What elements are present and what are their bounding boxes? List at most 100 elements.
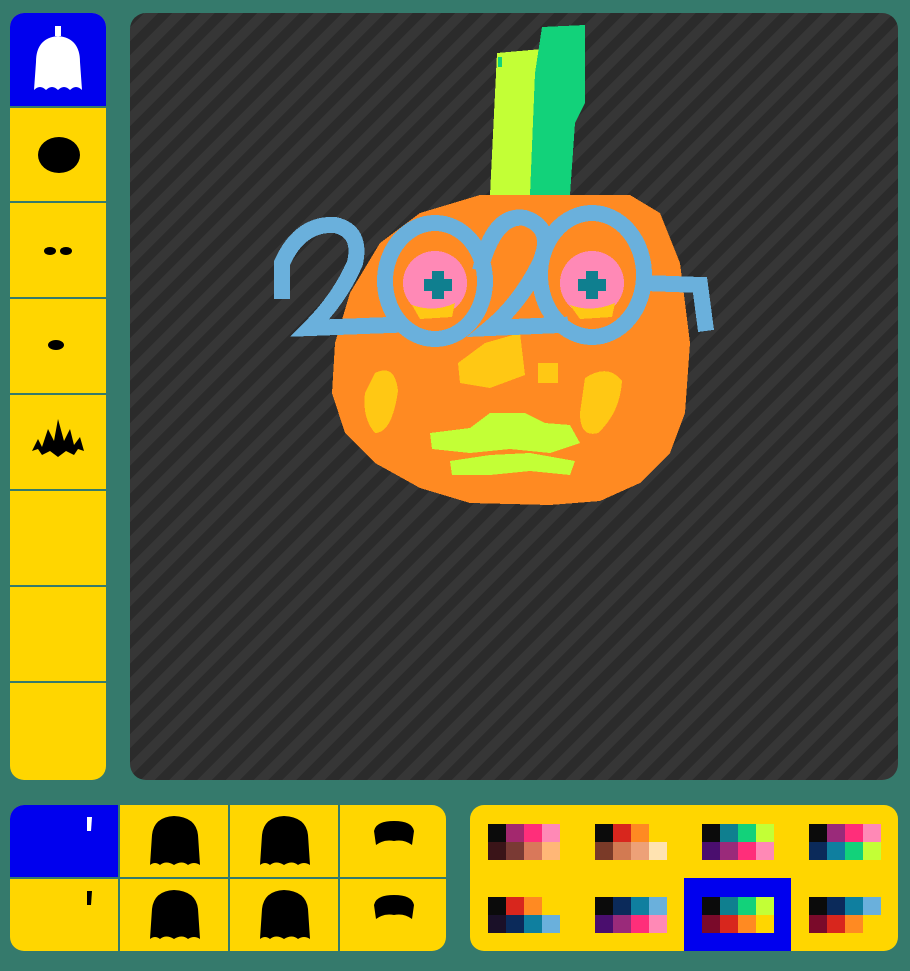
color-swatch — [862, 823, 881, 842]
shape-option-button[interactable] — [10, 879, 118, 951]
stem-short-icon — [87, 891, 92, 905]
color-swatch — [826, 841, 845, 860]
color-swatch — [755, 896, 774, 915]
shape-option-button[interactable] — [10, 805, 118, 877]
color-swatch — [755, 823, 774, 842]
category-hair-button[interactable] — [10, 396, 106, 491]
color-swatch — [612, 841, 631, 860]
pumpkin-head-icon — [34, 25, 82, 90]
color-swatch — [594, 823, 613, 842]
palette-option-button[interactable] — [791, 878, 898, 951]
color-swatch — [826, 823, 845, 842]
palette-swatch-grid — [594, 823, 667, 860]
color-swatch — [808, 896, 827, 915]
color-swatch — [648, 841, 667, 860]
shape-option-button[interactable] — [120, 805, 228, 877]
palette-option-button[interactable] — [470, 878, 577, 951]
color-swatch — [737, 841, 756, 860]
palette-swatch-grid — [594, 896, 667, 933]
color-swatch — [719, 914, 738, 933]
category-empty-button[interactable] — [10, 684, 106, 777]
color-swatch — [737, 896, 756, 915]
color-swatch — [701, 841, 720, 860]
color-swatch — [701, 896, 720, 915]
color-swatch — [648, 914, 667, 933]
color-swatch — [808, 823, 827, 842]
color-swatch — [737, 823, 756, 842]
divider — [10, 877, 446, 879]
eye-blob-icon — [38, 136, 80, 173]
color-swatch — [701, 823, 720, 842]
color-swatch — [808, 841, 827, 860]
category-mouth-button[interactable] — [10, 300, 106, 395]
palette-option-button[interactable] — [684, 805, 791, 878]
shape-option-button[interactable] — [120, 879, 228, 951]
color-swatch — [594, 896, 613, 915]
color-swatch — [487, 823, 506, 842]
pumpkin-round-icon — [260, 890, 310, 939]
palette-selector-panel — [470, 805, 898, 951]
category-panel — [10, 13, 106, 780]
shape-option-button[interactable] — [230, 805, 338, 877]
palette-option-button[interactable] — [470, 805, 577, 878]
mouth-blob-icon — [48, 339, 64, 350]
palette-option-button[interactable] — [577, 805, 684, 878]
pumpkin-round-icon — [150, 816, 200, 865]
color-swatch — [630, 896, 649, 915]
color-swatch — [487, 914, 506, 933]
spiky-hair-icon — [32, 418, 84, 457]
category-empty-button[interactable] — [10, 588, 106, 683]
color-swatch — [612, 823, 631, 842]
shape-option-button[interactable] — [340, 805, 446, 877]
pumpkin-character — [274, 25, 714, 505]
color-swatch — [523, 823, 542, 842]
color-swatch — [594, 914, 613, 933]
color-swatch — [862, 896, 881, 915]
color-swatch — [701, 914, 720, 933]
color-swatch — [719, 896, 738, 915]
color-swatch — [487, 896, 506, 915]
palette-swatch-grid — [808, 823, 881, 860]
color-swatch — [630, 914, 649, 933]
color-swatch — [541, 914, 560, 933]
palette-swatch-grid — [487, 823, 560, 860]
color-swatch — [844, 914, 863, 933]
color-swatch — [719, 823, 738, 842]
shape-selector-panel — [10, 805, 446, 951]
shape-option-button[interactable] — [230, 879, 338, 951]
color-swatch — [862, 841, 881, 860]
color-swatch — [826, 896, 845, 915]
color-swatch — [594, 841, 613, 860]
color-swatch — [862, 914, 881, 933]
palette-swatch-grid — [487, 896, 560, 933]
palette-option-button[interactable] — [684, 878, 791, 951]
stem-thin-icon — [87, 817, 92, 831]
drawing-canvas[interactable] — [130, 13, 898, 780]
shape-option-button[interactable] — [340, 879, 446, 951]
palette-option-button[interactable] — [577, 878, 684, 951]
palette-swatch-grid — [701, 896, 774, 933]
category-head-button[interactable] — [10, 13, 106, 108]
pumpkin-flat-icon — [374, 821, 414, 845]
color-swatch — [505, 896, 524, 915]
color-swatch — [505, 841, 524, 860]
nose-dots-icon — [44, 246, 72, 255]
color-swatch — [612, 896, 631, 915]
color-swatch — [612, 914, 631, 933]
category-nose-button[interactable] — [10, 204, 106, 299]
color-swatch — [523, 896, 542, 915]
color-swatch — [648, 896, 667, 915]
category-empty-button[interactable] — [10, 492, 106, 587]
color-swatch — [844, 823, 863, 842]
pumpkin-flat-icon — [374, 895, 414, 919]
color-swatch — [505, 914, 524, 933]
color-swatch — [648, 823, 667, 842]
palette-option-button[interactable] — [791, 805, 898, 878]
pumpkin-round-icon — [260, 816, 310, 865]
color-swatch — [755, 841, 774, 860]
color-swatch — [630, 823, 649, 842]
color-swatch — [523, 914, 542, 933]
category-eyes-button[interactable] — [10, 108, 106, 203]
pumpkin-round-icon — [150, 890, 200, 939]
color-swatch — [541, 841, 560, 860]
